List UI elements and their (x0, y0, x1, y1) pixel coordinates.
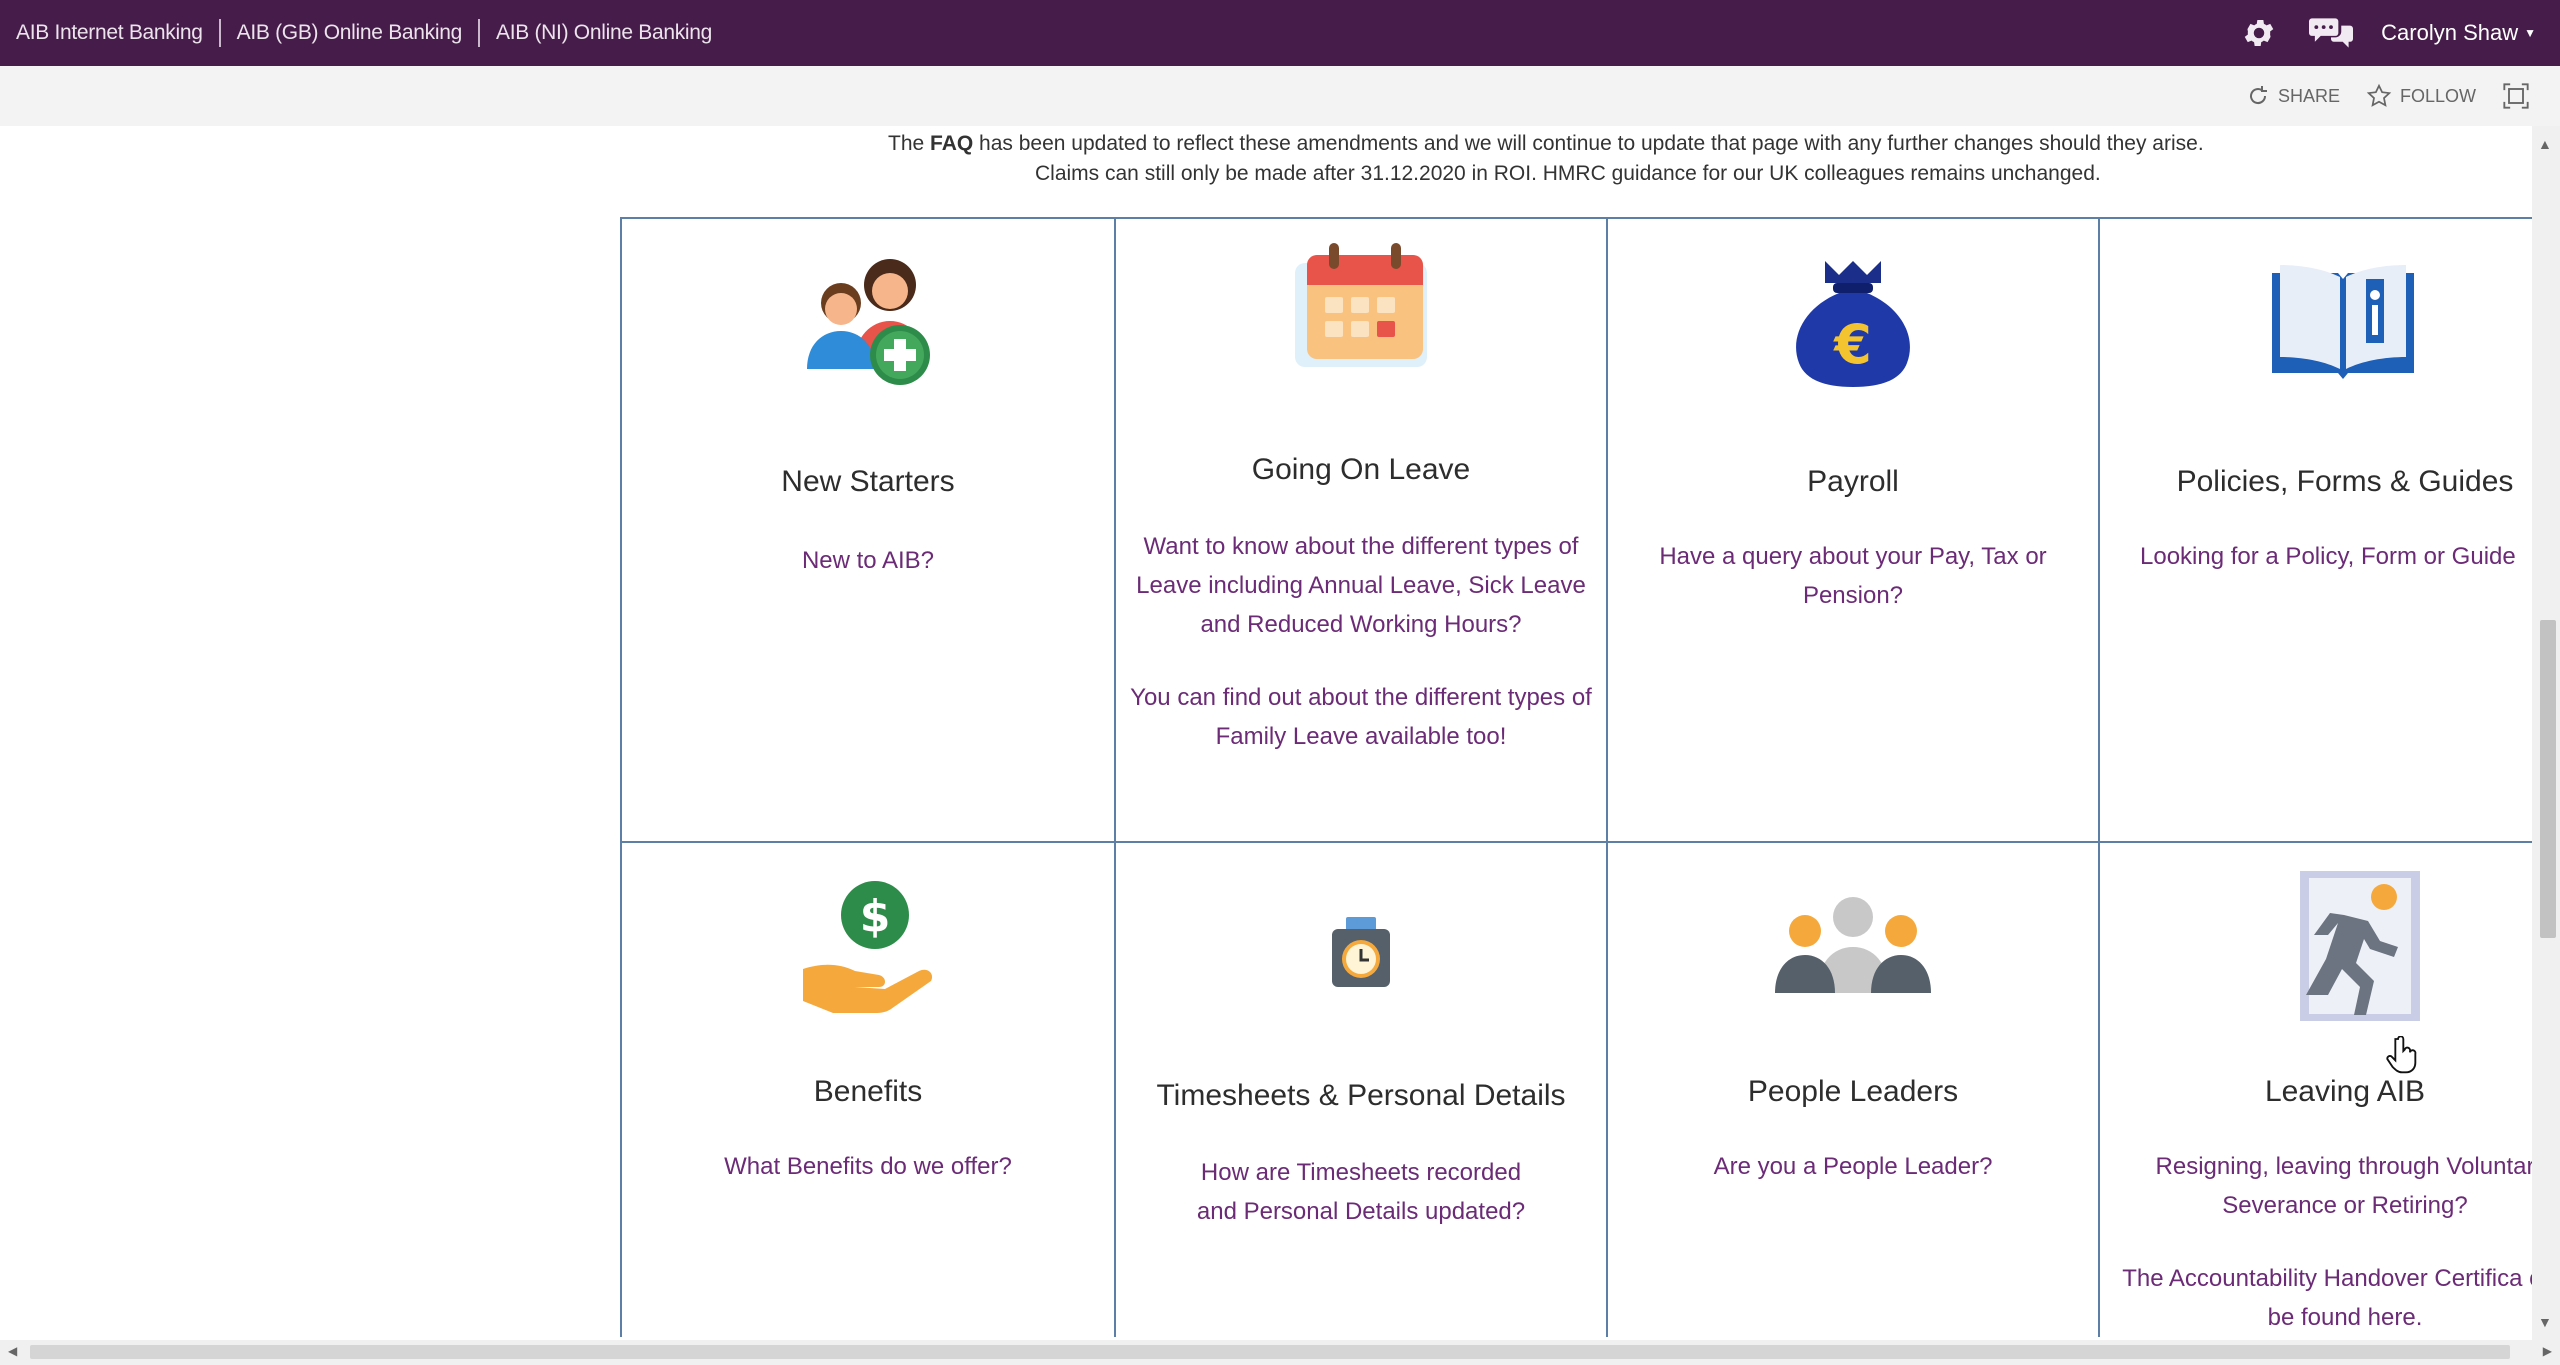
tile-link-text[interactable]: What Benefits do we offer? (632, 1147, 1104, 1186)
link-aib-ni-online-banking[interactable]: AIB (NI) Online Banking (496, 21, 712, 45)
user-menu[interactable]: Carolyn Shaw ▼ (2381, 20, 2536, 46)
tile-title: Going On Leave (1251, 453, 1471, 486)
tile-description: New to AIB? (632, 541, 1104, 614)
suite-bar-right: Carolyn Shaw ▼ (2237, 0, 2536, 66)
scroll-down-arrow-icon[interactable]: ▼ (2538, 1314, 2552, 1330)
follow-label: FOLLOW (2399, 85, 2476, 106)
tile-description: Have a query about your Pay, Tax or Pens… (1618, 537, 2088, 649)
gear-icon[interactable] (2237, 11, 2281, 55)
tile-link-text[interactable]: You can find out about the different typ… (1126, 678, 1596, 756)
tile-link-text[interactable]: Resigning, leaving through Voluntar Seve… (2100, 1147, 2535, 1225)
svg-text:€: € (1832, 313, 1872, 376)
info-book-icon (2100, 259, 2535, 379)
focus-mode-icon (2503, 83, 2529, 109)
tile-title: Payroll (1807, 465, 1899, 498)
tile-description: Are you a People Leader? (1618, 1147, 2088, 1220)
tile-link-text[interactable]: New to AIB? (632, 541, 1104, 580)
scroll-left-arrow-icon[interactable]: ◀ (8, 1344, 17, 1358)
link-aib-gb-online-banking[interactable]: AIB (GB) Online Banking (237, 21, 463, 45)
tile-people-leaders[interactable]: People Leaders Are you a People Leader? (1606, 841, 2098, 1337)
tile-link-text[interactable]: Are you a People Leader? (1618, 1147, 2088, 1186)
horizontal-scrollbar[interactable]: ◀ ▶ (0, 1340, 2560, 1365)
suite-bar: AIB Internet Banking AIB (GB) Online Ban… (0, 0, 2560, 66)
tile-link-text[interactable]: Have a query about your Pay, Tax or Pens… (1618, 537, 2088, 615)
notice-text: has been updated to reflect these amendm… (973, 132, 2204, 155)
share-button[interactable]: SHARE (2246, 84, 2340, 108)
action-bar: SHARE FOLLOW (0, 66, 2560, 126)
tile-title: New Starters (781, 465, 955, 498)
tile-policies-forms-guides[interactable]: Policies, Forms & Guides Looking for a P… (2098, 217, 2535, 841)
tile-going-on-leave[interactable]: Going On Leave Want to know about the di… (1114, 217, 1606, 841)
people-group-icon (1608, 897, 2098, 997)
tile-new-starters[interactable]: New Starters New to AIB? (620, 217, 1114, 841)
dollar-hand-icon: $ (622, 877, 1114, 1017)
star-icon (2366, 83, 2392, 107)
scrollbar-thumb[interactable] (2540, 620, 2556, 938)
user-name: Carolyn Shaw (2381, 20, 2519, 45)
svg-text:$: $ (860, 891, 891, 942)
tile-description: Looking for a Policy, Form or Guide (2140, 537, 2535, 610)
tile-timesheets-personal-details[interactable]: Timesheets & Personal Details How are Ti… (1114, 841, 1606, 1337)
hand-cursor-icon (2386, 1035, 2418, 1079)
tile-benefits[interactable]: $ Benefits What Benefits do we offer? (620, 841, 1114, 1337)
tile-title: People Leaders (1747, 1075, 1959, 1108)
tile-link-text[interactable]: Want to know about the different types o… (1126, 527, 1596, 644)
tile-description: Resigning, leaving through Voluntar Seve… (2100, 1147, 2535, 1337)
tile-description: What Benefits do we offer? (632, 1147, 1104, 1220)
tile-payroll[interactable]: € Payroll Have a query about your Pay, T… (1606, 217, 2098, 841)
tile-link-text[interactable]: Looking for a Policy, Form or Guide (2140, 537, 2535, 576)
money-bag-icon: € (1608, 255, 2098, 395)
notice-text: The (888, 132, 931, 155)
share-icon (2249, 86, 2267, 105)
calendar-icon (1116, 233, 1606, 383)
scroll-right-arrow-icon[interactable]: ▶ (2543, 1344, 2552, 1358)
share-label: SHARE (2277, 85, 2340, 106)
tile-description: How are Timesheets recorded and Personal… (1126, 1153, 1596, 1265)
tile-link-text[interactable]: The Accountability Handover Certifica ca… (2100, 1259, 2535, 1337)
chevron-down-icon: ▼ (2524, 26, 2536, 40)
link-aib-internet-banking[interactable]: AIB Internet Banking (16, 21, 203, 45)
tile-title: Timesheets & Personal Details (1156, 1079, 1566, 1112)
follow-button[interactable]: FOLLOW (2366, 83, 2476, 109)
faq-link[interactable]: FAQ (930, 132, 973, 155)
chat-bubbles-icon[interactable] (2309, 11, 2354, 55)
scrollbar-thumb[interactable] (30, 1345, 2510, 1359)
new-starters-icon (622, 243, 1114, 393)
tiles-grid: New Starters New to AIB? Going On Leave (620, 217, 2535, 1337)
focus-button[interactable] (2502, 82, 2538, 110)
tile-title: Benefits (813, 1075, 923, 1108)
notice-line-2: Claims can still only be made after 31.1… (1035, 162, 2101, 185)
vertical-scrollbar[interactable]: ▲ ▼ (2532, 126, 2560, 1340)
notice-line-1: The FAQ has been updated to reflect thes… (888, 128, 2204, 159)
tile-leaving-aib[interactable]: Leaving AIB Resigning, leaving through V… (2098, 841, 2535, 1337)
tile-link-text[interactable]: How are Timesheets recorded and Personal… (1186, 1153, 1536, 1231)
tile-description: Want to know about the different types o… (1126, 527, 1596, 790)
link-divider (478, 19, 480, 47)
link-divider (218, 19, 221, 47)
tile-title: Leaving AIB (2264, 1075, 2426, 1108)
tile-title: Policies, Forms & Guides (2176, 465, 2514, 498)
page-actions: SHARE FOLLOW (2220, 66, 2538, 126)
scroll-up-arrow-icon[interactable]: ▲ (2538, 136, 2552, 152)
suite-links: AIB Internet Banking AIB (GB) Online Ban… (16, 0, 712, 66)
timeclock-icon (1116, 913, 1606, 993)
exit-door-icon (2100, 871, 2535, 1021)
